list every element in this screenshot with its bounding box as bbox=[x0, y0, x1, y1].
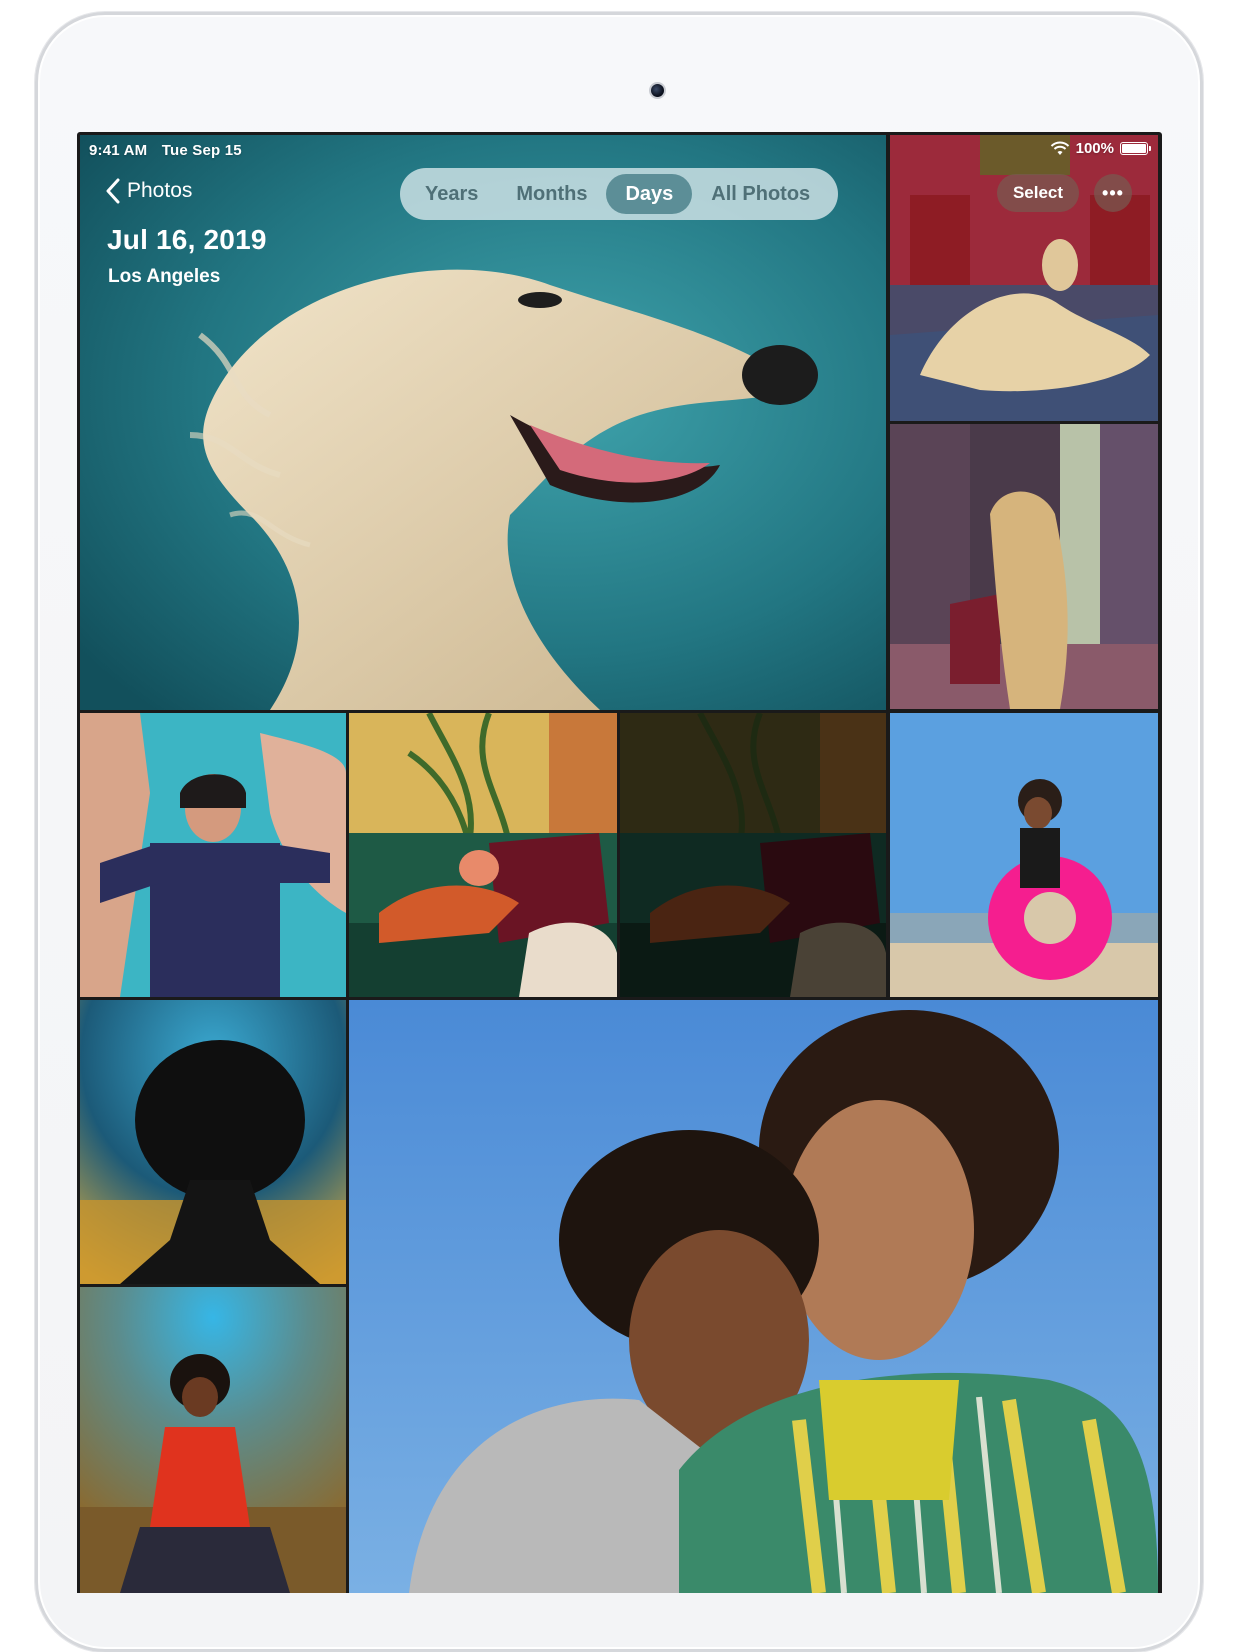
tab-months[interactable]: Months bbox=[497, 174, 606, 214]
more-button[interactable]: ••• bbox=[1094, 174, 1132, 212]
camera-lens-icon bbox=[649, 82, 666, 99]
photo-silhouette[interactable] bbox=[80, 1000, 346, 1284]
tab-days[interactable]: Days bbox=[606, 174, 693, 214]
battery-percent: 100% bbox=[1075, 140, 1114, 157]
photo-sofa-dark[interactable] bbox=[620, 713, 886, 997]
location-subtitle: Los Angeles bbox=[108, 266, 221, 287]
back-button[interactable]: Photos bbox=[105, 178, 192, 204]
photo-woman-hands[interactable] bbox=[80, 713, 346, 997]
page-title: Jul 16, 2019 bbox=[107, 224, 267, 255]
photos-screen: 9:41 AM Tue Sep 15 100% Photos Jul 16, 2… bbox=[77, 132, 1162, 1593]
status-bar-right: 100% bbox=[1050, 140, 1151, 157]
photo-dog-curtains[interactable] bbox=[890, 424, 1158, 709]
chevron-left-icon bbox=[106, 178, 120, 204]
photo-couple[interactable] bbox=[349, 1000, 1158, 1593]
photo-red-shirt[interactable] bbox=[80, 1287, 346, 1593]
select-button[interactable]: Select bbox=[997, 174, 1079, 212]
status-bar-left: 9:41 AM Tue Sep 15 bbox=[89, 142, 252, 159]
status-date: Tue Sep 15 bbox=[161, 142, 242, 159]
status-time: 9:41 AM bbox=[89, 142, 148, 159]
battery-icon bbox=[1120, 142, 1151, 155]
view-segmented-control: Years Months Days All Photos bbox=[400, 168, 838, 220]
photo-hero-dog[interactable] bbox=[80, 135, 886, 710]
wifi-icon bbox=[1050, 141, 1069, 155]
tab-all-photos[interactable]: All Photos bbox=[692, 174, 829, 214]
photo-beach-ring[interactable] bbox=[890, 713, 1158, 997]
tab-years[interactable]: Years bbox=[406, 174, 497, 214]
back-button-label: Photos bbox=[127, 179, 193, 202]
ellipsis-icon: ••• bbox=[1102, 182, 1124, 203]
photo-sofa-bright[interactable] bbox=[349, 713, 617, 997]
